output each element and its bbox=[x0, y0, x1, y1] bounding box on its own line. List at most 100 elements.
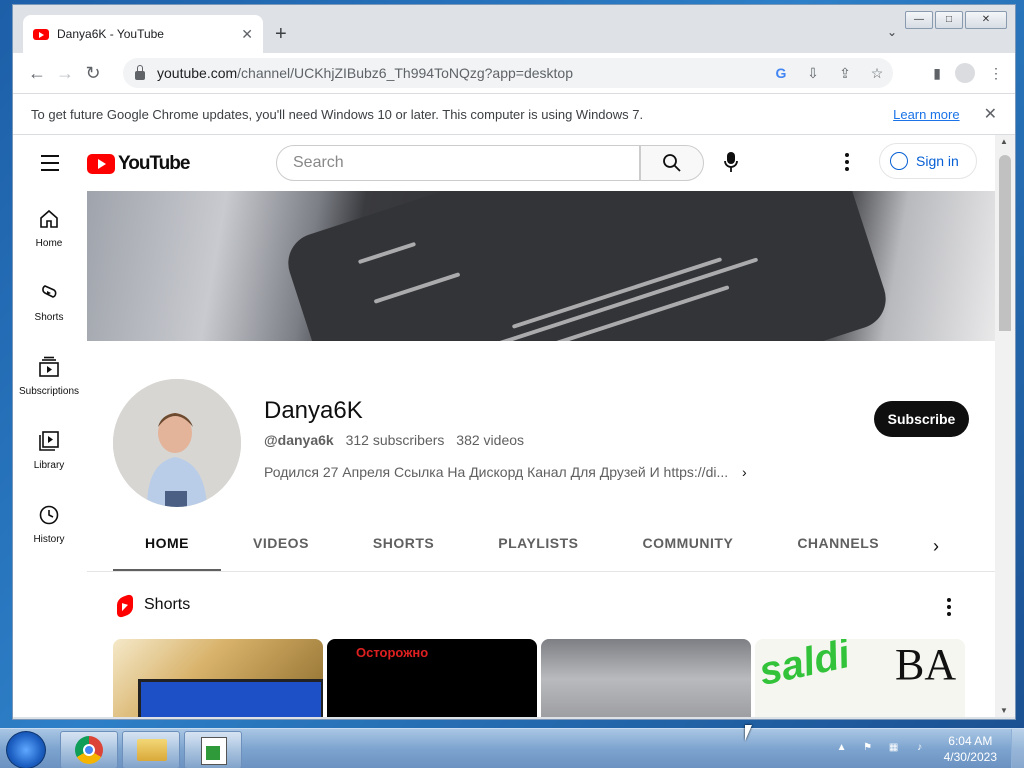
start-button[interactable] bbox=[6, 731, 46, 768]
lock-icon[interactable] bbox=[135, 64, 145, 80]
action-center-flag-icon[interactable]: ⚑ bbox=[860, 742, 876, 756]
bookmark-star-icon[interactable]: ☆ bbox=[861, 65, 893, 82]
search-button[interactable] bbox=[640, 145, 704, 181]
address-bar[interactable]: youtube.com/channel/UCKhjZIBubz6_Th994To… bbox=[123, 58, 893, 88]
toolbar-right: ▮ ⋮ bbox=[933, 63, 1003, 83]
tab-close-icon[interactable]: ✕ bbox=[241, 26, 253, 43]
short-caption-2: BA bbox=[895, 640, 957, 689]
short-thumbnail[interactable] bbox=[541, 639, 751, 717]
minimize-button[interactable]: — bbox=[905, 11, 933, 29]
taskbar-chrome[interactable] bbox=[60, 731, 118, 768]
short-thumbnail[interactable]: Осторожно bbox=[327, 639, 537, 717]
folder-icon bbox=[137, 739, 167, 761]
channel-name: Danya6K bbox=[264, 397, 363, 424]
infobar-message: To get future Google Chrome updates, you… bbox=[31, 106, 644, 122]
guide-item-library[interactable]: Library bbox=[13, 413, 85, 487]
tab-title: Danya6K - YouTube bbox=[57, 27, 164, 41]
voice-search-button[interactable] bbox=[723, 151, 739, 178]
youtube-play-icon bbox=[87, 154, 115, 174]
short-caption: Осторожно bbox=[356, 645, 429, 660]
guide-item-home[interactable]: Home bbox=[13, 191, 85, 265]
account-icon bbox=[890, 152, 908, 170]
channel-avatar[interactable] bbox=[113, 379, 241, 507]
guide-label-history: History bbox=[33, 533, 65, 545]
back-arrow-icon[interactable]: ← bbox=[23, 63, 51, 84]
sign-in-label: Sign in bbox=[916, 153, 959, 169]
tab-community[interactable]: COMMUNITY bbox=[610, 530, 765, 572]
search-box[interactable] bbox=[276, 145, 640, 181]
settings-kebab-icon[interactable] bbox=[845, 153, 849, 174]
share-icon[interactable]: ⇪ bbox=[829, 65, 861, 82]
guide-menu-icon[interactable] bbox=[41, 155, 59, 176]
search-input[interactable] bbox=[291, 153, 625, 173]
channel-handle: @danya6k bbox=[264, 432, 334, 448]
url-text[interactable]: youtube.com/channel/UCKhjZIBubz6_Th994To… bbox=[157, 65, 765, 81]
short-caption: saldi bbox=[755, 639, 854, 695]
guide-label-subscriptions: Subscriptions bbox=[18, 385, 80, 397]
taskbar-app[interactable] bbox=[184, 731, 242, 768]
sign-in-button[interactable]: Sign in bbox=[879, 143, 977, 179]
subscribe-button[interactable]: Subscribe bbox=[874, 401, 969, 437]
taskbar-explorer[interactable] bbox=[122, 731, 180, 768]
forward-arrow-icon[interactable]: → bbox=[51, 63, 79, 84]
subscriber-count: 312 subscribers bbox=[345, 432, 445, 448]
update-infobar: To get future Google Chrome updates, you… bbox=[13, 93, 1015, 135]
channel-description-text: Родился 27 Апреля Ссылка На Дискорд Кана… bbox=[264, 464, 729, 480]
page-scrollbar[interactable]: ▲ ▼ bbox=[995, 135, 1015, 717]
install-app-icon[interactable]: ⇩ bbox=[797, 65, 829, 82]
subscriptions-icon bbox=[39, 356, 59, 377]
short-thumbnail[interactable]: saldi BA bbox=[755, 639, 965, 717]
short-thumbnail[interactable] bbox=[113, 639, 323, 717]
tab-videos[interactable]: VIDEOS bbox=[221, 530, 341, 572]
guide-sidebar: Home Shorts Subscriptions Library Histor… bbox=[13, 191, 85, 561]
tabs-next-chevron-icon[interactable]: › bbox=[933, 536, 939, 557]
scroll-up-arrow-icon[interactable]: ▲ bbox=[1000, 137, 1008, 146]
network-icon[interactable]: ▦ bbox=[886, 742, 902, 756]
tab-youtube[interactable]: Danya6K - YouTube ✕ bbox=[23, 15, 263, 53]
guide-label-library: Library bbox=[33, 459, 65, 471]
youtube-logo[interactable]: YouTube bbox=[87, 153, 190, 175]
tab-search-chevron-icon[interactable]: ⌄ bbox=[887, 25, 897, 39]
shorts-kebab-icon[interactable] bbox=[947, 598, 951, 619]
show-desktop-button[interactable] bbox=[1011, 729, 1024, 768]
search-icon bbox=[663, 154, 681, 172]
reload-icon[interactable]: ↻ bbox=[79, 63, 107, 84]
tab-playlists[interactable]: PLAYLISTS bbox=[466, 530, 610, 572]
maximize-button[interactable]: □ bbox=[935, 11, 963, 29]
channel-description[interactable]: Родился 27 Апреля Ссылка На Дискорд Кана… bbox=[264, 464, 747, 480]
tray-expand-icon[interactable]: ▲ bbox=[834, 742, 850, 756]
profile-avatar-icon[interactable] bbox=[955, 63, 975, 83]
chevron-right-icon[interactable]: › bbox=[742, 464, 747, 480]
microphone-icon bbox=[724, 152, 738, 172]
side-panel-icon[interactable]: ▮ bbox=[933, 65, 941, 82]
tab-shorts[interactable]: SHORTS bbox=[341, 530, 466, 572]
browser-toolbar: ← → ↻ youtube.com/channel/UCKhjZIBubz6_T… bbox=[13, 53, 1015, 93]
scrollbar-thumb[interactable] bbox=[999, 155, 1011, 331]
google-lens-icon[interactable]: G bbox=[765, 65, 797, 81]
volume-muted-icon[interactable]: ♪ bbox=[912, 742, 928, 756]
scroll-down-arrow-icon[interactable]: ▼ bbox=[1000, 706, 1008, 715]
tab-strip: Danya6K - YouTube ✕ + ⌄ — □ ✕ bbox=[13, 5, 1015, 53]
guide-item-history[interactable]: History bbox=[13, 487, 85, 561]
window-controls: — □ ✕ bbox=[905, 11, 1007, 29]
channel-meta: @danya6k 312 subscribers 382 videos bbox=[264, 432, 532, 448]
avatar-photo bbox=[113, 379, 241, 507]
clock-date: 4/30/2023 bbox=[943, 750, 997, 764]
url-path: /channel/UCKhjZIBubz6_Th994ToNQzg?app=de… bbox=[237, 65, 573, 81]
clock[interactable]: 6:04 AM 4/30/2023 bbox=[944, 733, 997, 765]
shorts-section-title: Shorts bbox=[144, 596, 191, 613]
close-window-button[interactable]: ✕ bbox=[965, 11, 1007, 29]
tabs-divider bbox=[87, 571, 995, 572]
new-tab-button[interactable]: + bbox=[275, 23, 287, 46]
guide-item-subscriptions[interactable]: Subscriptions bbox=[13, 339, 85, 413]
chrome-menu-icon[interactable]: ⋮ bbox=[989, 65, 1003, 82]
tab-home[interactable]: HOME bbox=[113, 530, 221, 572]
system-tray: ▲ ⚑ ▦ ♪ 6:04 AM 4/30/2023 bbox=[834, 729, 1024, 768]
app-icon bbox=[201, 737, 227, 765]
url-host: youtube.com bbox=[157, 65, 238, 81]
infobar-close-icon[interactable]: ✕ bbox=[984, 104, 997, 124]
channel-tabs: HOME VIDEOS SHORTS PLAYLISTS COMMUNITY C… bbox=[113, 530, 911, 572]
tab-channels[interactable]: CHANNELS bbox=[765, 530, 911, 572]
guide-item-shorts[interactable]: Shorts bbox=[13, 265, 85, 339]
learn-more-link[interactable]: Learn more bbox=[893, 107, 959, 122]
